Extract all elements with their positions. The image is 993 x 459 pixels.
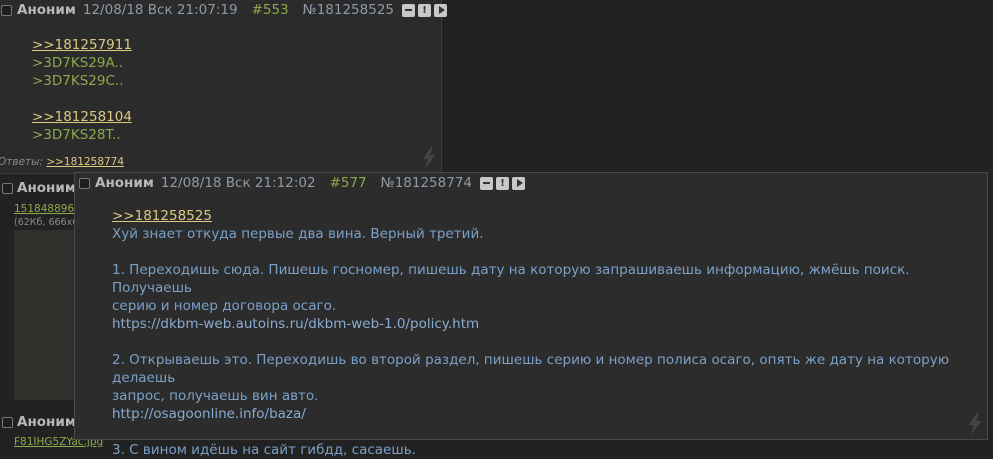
message-line: серию и номер договора осаго. <box>112 298 337 314</box>
thumbnail-image[interactable] <box>14 230 74 400</box>
play-icon[interactable] <box>434 3 447 17</box>
message-line: 3. С вином идёшь на сайт гибдд, сасаешь. <box>112 442 416 458</box>
post-number: #553 <box>251 2 289 18</box>
play-icon[interactable] <box>512 176 525 190</box>
post-author: Аноним <box>17 2 76 18</box>
exclamation-icon[interactable] <box>418 3 431 17</box>
post-message: >>181257911 >3D7KS29A.. >3D7KS29C.. >>18… <box>32 36 132 144</box>
replies-link[interactable]: >>181258774 <box>46 156 124 168</box>
post-select-checkbox[interactable] <box>2 417 13 428</box>
post-select-checkbox[interactable] <box>79 177 90 189</box>
post-number: #577 <box>329 175 367 191</box>
lightning-icon[interactable] <box>965 413 985 435</box>
message-line: запрос, получаешь вин авто. <box>112 388 319 404</box>
exclamation-icon[interactable] <box>496 176 509 190</box>
quote-line: >3D7KS28T.. <box>32 127 121 143</box>
message-line: Хуй знает откуда первые два вина. Верный… <box>112 226 484 242</box>
file-meta: (62Кб, 666х6 <box>14 217 79 228</box>
message-url-link[interactable]: http://osagoonline.info/baza/ <box>112 405 982 423</box>
reply-link[interactable]: >>181257911 <box>32 36 132 54</box>
post-author: Аноним <box>17 180 76 196</box>
post-header: Аноним 12/08/18 Вск 21:12:02 #577 №18125… <box>79 173 528 193</box>
file-link[interactable]: 1518488966 <box>14 203 81 215</box>
replies-label: Ответы: <box>0 156 43 168</box>
post-author: Аноним <box>17 414 76 430</box>
message-line: 2. Открываешь это. Переходишь во второй … <box>112 352 950 386</box>
replies-list: Ответы: >>181258774 <box>0 156 124 168</box>
message-url-link[interactable]: https://dkbm-web.autoins.ru/dkbm-web-1.0… <box>112 315 982 333</box>
lightning-icon[interactable] <box>419 147 439 169</box>
quote-line: >3D7KS29A.. <box>32 55 124 71</box>
post-id-link[interactable]: №181258525 <box>303 2 394 18</box>
post-date: 12/08/18 Вск 21:07:19 <box>82 2 238 18</box>
quote-line: >3D7KS29C.. <box>32 73 124 89</box>
post-date: 12/08/18 Вск 21:12:02 <box>160 175 316 191</box>
reply-link[interactable]: >>181258104 <box>32 108 132 126</box>
post-553: Аноним 12/08/18 Вск 21:07:19 #553 №18125… <box>0 0 447 174</box>
post-id-link[interactable]: №181258774 <box>381 175 472 191</box>
minus-icon[interactable] <box>480 176 493 190</box>
post-select-checkbox[interactable] <box>1 4 12 16</box>
minus-icon[interactable] <box>402 3 415 17</box>
post-stub: Аноним F81IHG5ZYac.jpg <box>0 410 103 452</box>
post-message: >>181258525 Хуй знает откуда первые два … <box>112 207 982 459</box>
post-select-checkbox[interactable] <box>2 183 13 194</box>
post-header: Аноним 12/08/18 Вск 21:07:19 #553 №18125… <box>1 0 450 20</box>
post-author: Аноним <box>95 175 154 191</box>
post-preview-popup: Аноним 12/08/18 Вск 21:12:02 #577 №18125… <box>74 172 988 458</box>
reply-link[interactable]: >>181258525 <box>112 207 982 225</box>
message-line: 1. Переходишь сюда. Пишешь госномер, пиш… <box>112 262 910 296</box>
